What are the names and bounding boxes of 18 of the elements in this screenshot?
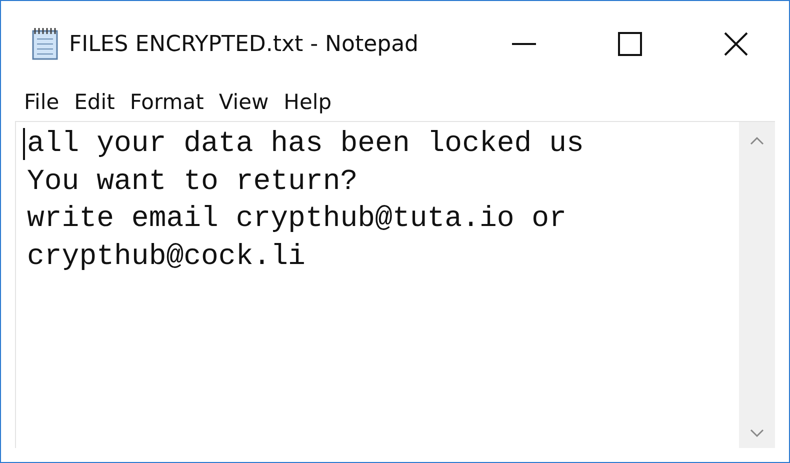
- text-line: You want to return?: [27, 164, 358, 200]
- maximize-icon: [617, 31, 643, 57]
- minimize-icon: [511, 43, 537, 45]
- window-title: FILES ENCRYPTED.txt - Notepad: [69, 32, 419, 56]
- scroll-up-icon[interactable]: [750, 136, 764, 146]
- close-icon: [723, 31, 749, 57]
- menu-item[interactable]: Format: [130, 90, 204, 114]
- text-line: crypthub@cock.li: [27, 238, 306, 274]
- menu-item[interactable]: View: [218, 90, 269, 114]
- menu-item[interactable]: Help: [284, 90, 332, 114]
- menu-item[interactable]: File: [24, 90, 60, 114]
- text-cursor: [23, 128, 25, 160]
- vertical-scrollbar[interactable]: [739, 122, 775, 448]
- text-line: write email crypthub@tuta.io or: [27, 201, 566, 237]
- notepad-icon: [31, 27, 61, 61]
- text-line: all your data has been locked us: [27, 126, 584, 162]
- menu-item[interactable]: Edit: [74, 90, 115, 114]
- scroll-down-icon[interactable]: [750, 428, 764, 438]
